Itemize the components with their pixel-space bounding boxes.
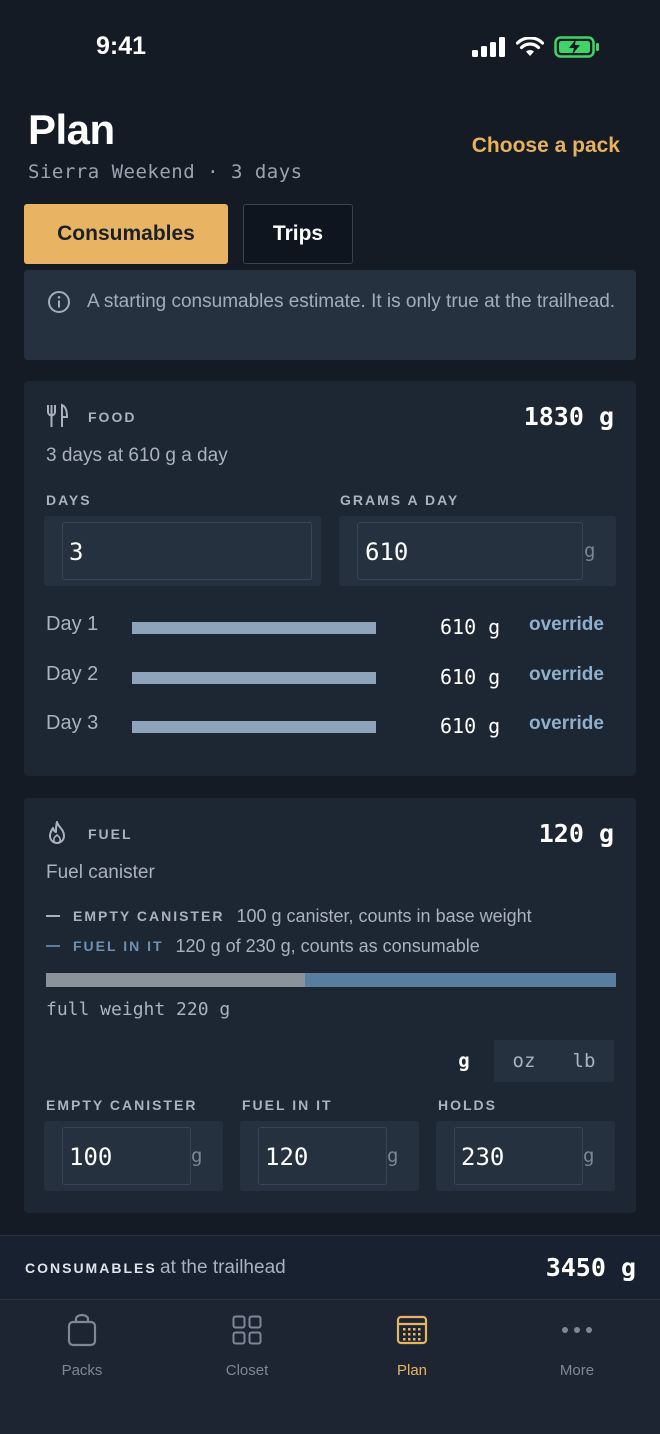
cellular-signal-icon: [472, 37, 506, 62]
tabbar-packs[interactable]: Packs: [22, 1312, 142, 1382]
legend-key: EMPTY CANISTER: [73, 908, 225, 924]
food-label: FOOD: [88, 409, 137, 425]
food-total: 1830 g: [523, 402, 614, 431]
empty-canister-label: EMPTY CANISTER: [46, 1097, 198, 1113]
tabbar-closet[interactable]: Closet: [187, 1312, 307, 1382]
fuel-in-it-field: 120 g: [240, 1121, 419, 1191]
fuel-in-it-label: FUEL IN IT: [242, 1097, 333, 1113]
override-link[interactable]: override: [529, 664, 604, 686]
empty-canister-input[interactable]: 100: [62, 1127, 191, 1185]
flame-icon: [46, 820, 68, 851]
legend-swatch: [46, 915, 60, 917]
unit-option-g[interactable]: g: [434, 1040, 494, 1082]
day-row: Day 1 610 g override: [46, 613, 616, 643]
tabbar-more[interactable]: More: [517, 1312, 637, 1382]
legend-text: 120 g of 230 g, counts as consumable: [175, 935, 480, 956]
holds-label: HOLDS: [438, 1097, 497, 1113]
tab-trips[interactable]: Trips: [243, 204, 353, 264]
tabbar-label: Plan: [396, 1362, 428, 1379]
unit-option-lb[interactable]: lb: [554, 1040, 614, 1082]
info-icon: [47, 290, 71, 319]
full-weight: full weight 220 g: [46, 999, 231, 1020]
override-link[interactable]: override: [529, 713, 604, 735]
fuel-total: 120 g: [538, 819, 614, 848]
day-bar: [132, 721, 376, 733]
bag-icon: [67, 1312, 97, 1348]
day-label: Day 2: [46, 663, 99, 685]
food-description: 3 days at 610 g a day: [46, 445, 228, 466]
fork-knife-icon: [46, 403, 70, 434]
consumables-summary-bar: CONSUMABLES at the trailhead 3450 g: [0, 1235, 660, 1299]
days-label: DAYS: [46, 492, 92, 508]
grams-a-day-field: 610 g: [339, 516, 616, 586]
choose-pack-link[interactable]: Choose a pack: [472, 134, 620, 158]
tabbar-label: Closet: [225, 1362, 269, 1379]
holds-field: 230 g: [436, 1121, 615, 1191]
summary-text: at the trailhead: [160, 1257, 286, 1278]
fuel-label: FUEL: [88, 826, 133, 842]
fuel-in-it-unit: g: [387, 1145, 399, 1167]
days-input[interactable]: 3: [62, 522, 312, 580]
summary-total: 3450 g: [545, 1253, 636, 1282]
fuel-description: Fuel canister: [46, 862, 155, 883]
days-field: 3: [44, 516, 321, 586]
canister-empty-segment: [46, 973, 306, 987]
day-label: Day 1: [46, 613, 99, 635]
more-icon: [561, 1312, 593, 1348]
empty-canister-field: 100 g: [44, 1121, 223, 1191]
tabbar-plan[interactable]: Plan: [352, 1312, 472, 1382]
battery-icon: [554, 36, 600, 63]
fuel-in-it-value: 120: [265, 1143, 309, 1171]
tab-bar: Packs Closet Plan More: [0, 1299, 660, 1434]
info-banner: A starting consumables estimate. It is o…: [24, 270, 636, 360]
day-grams: 610 g: [440, 714, 501, 738]
grams-a-day-value: 610: [365, 538, 409, 566]
day-row: Day 2 610 g override: [46, 663, 616, 693]
day-label: Day 3: [46, 712, 99, 734]
status-time: 9:41: [96, 32, 147, 60]
day-bar: [132, 622, 376, 634]
canister-weight-bar: [46, 973, 616, 987]
fuel-in-it-input[interactable]: 120: [258, 1127, 387, 1185]
days-value: 3: [69, 538, 84, 566]
tabbar-label: Packs: [61, 1362, 103, 1379]
food-card: FOOD 1830 g 3 days at 610 g a day DAYS 3…: [24, 381, 636, 776]
empty-canister-unit: g: [191, 1145, 203, 1167]
info-text: A starting consumables estimate. It is o…: [87, 291, 616, 312]
legend-fuel-in-it: FUEL IN IT 120 g of 230 g, counts as con…: [46, 934, 480, 958]
wifi-icon: [515, 36, 545, 62]
tab-consumables[interactable]: Consumables: [24, 204, 228, 264]
status-icons: [472, 36, 600, 63]
tabbar-label: More: [559, 1362, 595, 1379]
day-grams: 610 g: [440, 615, 501, 639]
legend-swatch: [46, 945, 60, 947]
summary-key: CONSUMABLES: [25, 1260, 157, 1276]
legend-key: FUEL IN IT: [73, 938, 164, 954]
page-subtitle: Sierra Weekend · 3 days: [28, 161, 303, 183]
grams-a-day-label: GRAMS A DAY: [340, 492, 460, 508]
legend-text: 100 g canister, counts in base weight: [236, 905, 532, 926]
day-bar: [132, 672, 376, 684]
page-title: Plan: [28, 106, 115, 153]
fuel-card: FUEL 120 g Fuel canister EMPTY CANISTER …: [24, 798, 636, 1213]
holds-unit: g: [583, 1145, 595, 1167]
day-grams: 610 g: [440, 665, 501, 689]
holds-input[interactable]: 230: [454, 1127, 583, 1185]
unit-option-oz[interactable]: oz: [494, 1040, 554, 1082]
override-link[interactable]: override: [529, 614, 604, 636]
grams-a-day-input[interactable]: 610: [357, 522, 583, 580]
grams-a-day-unit: g: [584, 540, 596, 562]
calendar-icon: [396, 1312, 428, 1348]
empty-canister-value: 100: [69, 1143, 113, 1171]
day-row: Day 3 610 g override: [46, 712, 616, 742]
unit-toggle: g oz lb: [434, 1040, 614, 1082]
canister-fuel-segment: [305, 973, 616, 987]
legend-empty-canister: EMPTY CANISTER 100 g canister, counts in…: [46, 904, 532, 928]
holds-value: 230: [461, 1143, 505, 1171]
grid-icon: [232, 1312, 262, 1348]
status-bar: 9:41: [0, 0, 660, 96]
